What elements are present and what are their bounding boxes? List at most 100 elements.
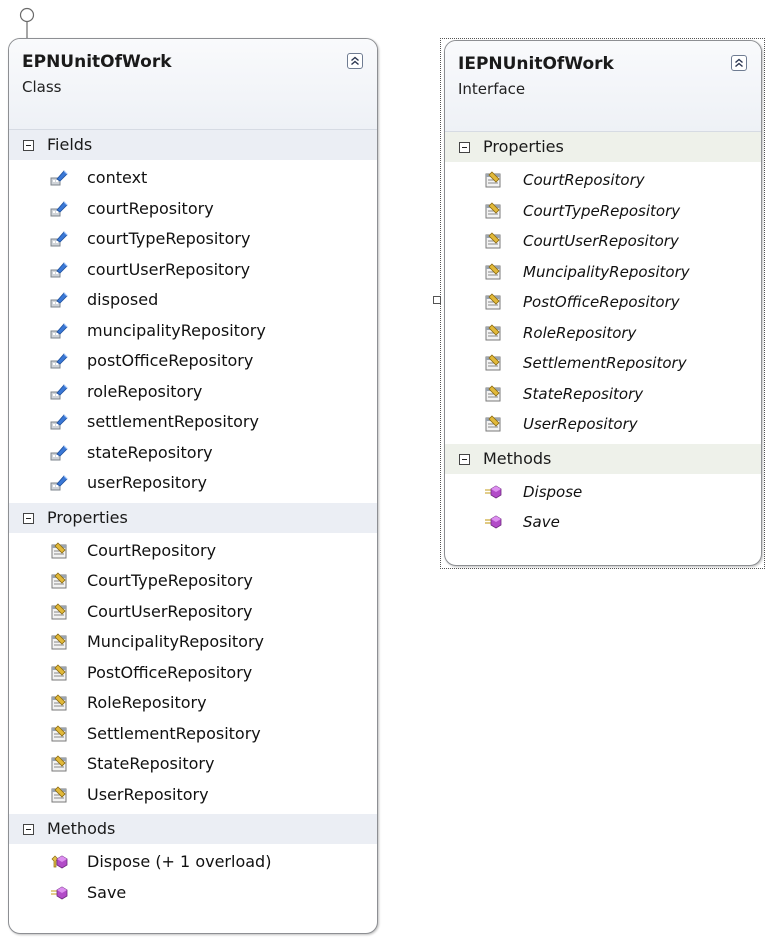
member-name: SettlementRepository <box>87 723 261 743</box>
member-name: courtRepository <box>87 198 214 218</box>
member-list: Dispose Save <box>445 474 761 542</box>
section-title: Properties <box>47 507 128 527</box>
property-icon <box>51 633 67 650</box>
member-name: RoleRepository <box>523 323 637 342</box>
member-row[interactable]: StateRepository <box>9 749 377 780</box>
member-row[interactable]: CourtRepository <box>9 536 377 567</box>
section-header-fields[interactable]: Fields <box>9 130 377 160</box>
collapse-section-icon[interactable] <box>459 453 470 465</box>
property-icon <box>485 354 501 371</box>
member-row[interactable]: MuncipalityRepository <box>9 627 377 658</box>
member-name: roleRepository <box>87 381 203 401</box>
member-row[interactable]: MuncipalityRepository <box>445 257 761 288</box>
member-row[interactable]: CourtUserRepository <box>445 226 761 257</box>
member-row[interactable]: courtUserRepository <box>9 255 377 286</box>
member-name: settlementRepository <box>87 412 259 431</box>
member-name: Save <box>87 882 127 902</box>
member-row[interactable]: SettlementRepository <box>9 719 377 750</box>
member-row[interactable]: CourtTypeRepository <box>9 566 377 597</box>
member-name: PostOfficeRepository <box>523 293 680 311</box>
property-icon <box>485 293 501 310</box>
member-name: RoleRepository <box>87 693 207 712</box>
member-name: CourtTypeRepository <box>87 571 253 590</box>
section-header-properties[interactable]: Properties <box>9 502 377 533</box>
member-row[interactable]: settlementRepository <box>9 407 377 438</box>
member-name: UserRepository <box>523 415 638 433</box>
member-row[interactable]: RoleRepository <box>9 688 377 719</box>
method-icon <box>51 886 68 899</box>
property-icon <box>485 384 501 401</box>
collapse-button[interactable] <box>347 53 363 69</box>
member-list: CourtRepository CourtTypeRepository CourtU… <box>9 533 377 815</box>
member-row[interactable]: UserRepository <box>9 780 377 811</box>
class-shape-epnunitofwork[interactable]: EPNUnitOfWork Class Fields context courtRe… <box>8 38 378 934</box>
section-header-methods[interactable]: Methods <box>445 443 761 474</box>
member-row[interactable]: postOfficeRepository <box>9 346 377 377</box>
chevron-up-double-icon <box>351 56 359 66</box>
interface-sections: Properties CourtRepository CourtTypeReposi… <box>445 132 761 542</box>
member-name: CourtRepository <box>87 540 217 560</box>
collapse-section-icon[interactable] <box>23 824 34 835</box>
field-icon <box>50 170 68 186</box>
member-row[interactable]: RoleRepository <box>445 318 761 349</box>
property-icon <box>485 323 501 340</box>
member-name: courtTypeRepository <box>87 229 251 248</box>
field-icon <box>50 200 68 216</box>
member-row[interactable]: Dispose <box>445 477 761 508</box>
member-list: CourtRepository CourtTypeRepository CourtU… <box>445 162 761 444</box>
collapse-button[interactable] <box>731 55 747 71</box>
member-name: MuncipalityRepository <box>87 632 264 651</box>
member-list: Dispose (+ 1 overload) Save <box>9 844 377 912</box>
member-row[interactable]: Save <box>9 878 377 909</box>
member-row[interactable]: Dispose (+ 1 overload) <box>9 847 377 878</box>
interface-header[interactable]: IEPNUnitOfWork Interface <box>445 41 761 132</box>
member-row[interactable]: context <box>9 163 377 194</box>
member-row[interactable]: disposed <box>9 285 377 316</box>
member-row[interactable]: CourtUserRepository <box>9 597 377 628</box>
member-row[interactable]: CourtRepository <box>445 165 761 196</box>
member-name: StateRepository <box>87 754 215 773</box>
member-row[interactable]: SettlementRepository <box>445 348 761 379</box>
property-icon <box>485 232 501 249</box>
section-header-properties[interactable]: Properties <box>445 132 761 162</box>
member-name: UserRepository <box>87 784 209 804</box>
member-row[interactable]: UserRepository <box>445 409 761 440</box>
collapse-section-icon[interactable] <box>23 512 34 524</box>
property-icon <box>485 262 501 279</box>
member-row[interactable]: PostOfficeRepository <box>9 658 377 689</box>
member-row[interactable]: muncipalityRepository <box>9 316 377 347</box>
section-title: Methods <box>47 819 116 838</box>
property-icon <box>485 201 501 218</box>
method-icon <box>485 515 502 529</box>
class-stereotype: Class <box>22 78 62 96</box>
member-row[interactable]: courtRepository <box>9 194 377 225</box>
member-row[interactable]: courtTypeRepository <box>9 224 377 255</box>
class-header[interactable]: EPNUnitOfWork Class <box>9 39 377 130</box>
property-icon <box>51 663 67 680</box>
protected-method-icon <box>51 855 68 869</box>
member-row[interactable]: stateRepository <box>9 438 377 469</box>
collapse-section-icon[interactable] <box>23 140 34 151</box>
member-name: CourtUserRepository <box>87 601 253 621</box>
property-icon <box>485 415 501 432</box>
member-name: muncipalityRepository <box>87 320 266 340</box>
field-icon <box>50 444 68 460</box>
section-header-methods[interactable]: Methods <box>9 814 377 844</box>
member-name: SettlementRepository <box>523 354 687 372</box>
collapse-section-icon[interactable] <box>459 142 470 153</box>
connection-handle[interactable] <box>433 296 441 304</box>
member-name: postOfficeRepository <box>87 351 254 370</box>
field-icon <box>50 231 68 247</box>
member-name: Save <box>523 513 560 531</box>
section-title: Fields <box>47 135 93 154</box>
member-name: stateRepository <box>87 442 213 462</box>
field-icon <box>50 383 68 399</box>
member-row[interactable]: userRepository <box>9 468 377 499</box>
member-row[interactable]: roleRepository <box>9 377 377 408</box>
member-row[interactable]: CourtTypeRepository <box>445 196 761 227</box>
interface-shape-iepnunitofwork[interactable]: IEPNUnitOfWork Interface Properties Court… <box>444 40 762 566</box>
member-row[interactable]: Save <box>445 507 761 538</box>
member-row[interactable]: StateRepository <box>445 379 761 410</box>
property-icon <box>51 785 67 802</box>
member-row[interactable]: PostOfficeRepository <box>445 287 761 318</box>
